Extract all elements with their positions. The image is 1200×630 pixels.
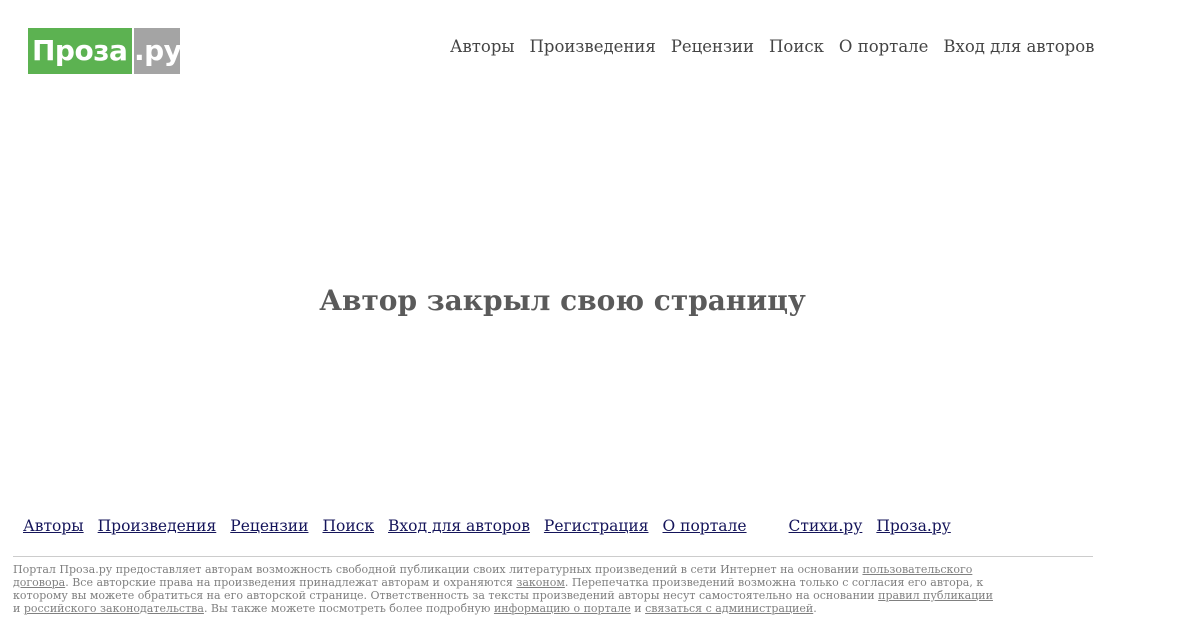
logo-green-part: Проза	[28, 28, 132, 74]
footer-nav-spacer	[761, 517, 789, 535]
footer-nav-about[interactable]: О портале	[662, 517, 746, 535]
top-nav-login[interactable]: Вход для авторов	[943, 37, 1094, 56]
disclaimer-text: и	[630, 602, 646, 615]
disclaimer-text: Портал Проза.ру предоставляет авторам во…	[13, 563, 863, 576]
footer-nav-works[interactable]: Произведения	[98, 517, 217, 535]
top-nav-works[interactable]: Произведения	[530, 37, 656, 56]
footer-nav-search[interactable]: Поиск	[322, 517, 374, 535]
top-nav-about[interactable]: О портале	[839, 37, 928, 56]
footer-nav-authors[interactable]: Авторы	[23, 517, 84, 535]
footer-divider	[13, 556, 1093, 557]
disclaimer-text: . Все авторские права на произведения пр…	[65, 576, 517, 589]
site-logo[interactable]: Проза .ру	[28, 28, 182, 74]
disclaimer-text: .	[813, 602, 817, 615]
logo-gray-part: .ру	[134, 28, 182, 74]
footer-nav-login[interactable]: Вход для авторов	[388, 517, 530, 535]
top-nav-authors[interactable]: Авторы	[450, 37, 515, 56]
top-nav-reviews[interactable]: Рецензии	[671, 37, 754, 56]
footer-nav-reviews[interactable]: Рецензии	[230, 517, 308, 535]
russian-law-link[interactable]: российского законодательства	[24, 602, 204, 615]
page-closed-message: Автор закрыл свою страницу	[319, 284, 806, 317]
footer-site-proza[interactable]: Проза.ру	[876, 517, 950, 535]
disclaimer-text: и	[13, 602, 24, 615]
contact-admin-link[interactable]: связаться с администрацией	[645, 602, 813, 615]
footer-site-stihi[interactable]: Стихи.ру	[789, 517, 863, 535]
footer-navigation: Авторы Произведения Рецензии Поиск Вход …	[23, 517, 965, 535]
footer-disclaimer: Портал Проза.ру предоставляет авторам во…	[13, 563, 1003, 615]
publication-rules-link[interactable]: правил публикации	[878, 589, 993, 602]
disclaimer-text: . Вы также можете посмотреть более подро…	[203, 602, 494, 615]
law-link[interactable]: законом	[516, 576, 565, 589]
portal-info-link[interactable]: информацию о портале	[494, 602, 631, 615]
top-nav-search[interactable]: Поиск	[769, 37, 824, 56]
top-navigation: Авторы Произведения Рецензии Поиск О пор…	[450, 37, 1094, 56]
footer-nav-register[interactable]: Регистрация	[544, 517, 649, 535]
